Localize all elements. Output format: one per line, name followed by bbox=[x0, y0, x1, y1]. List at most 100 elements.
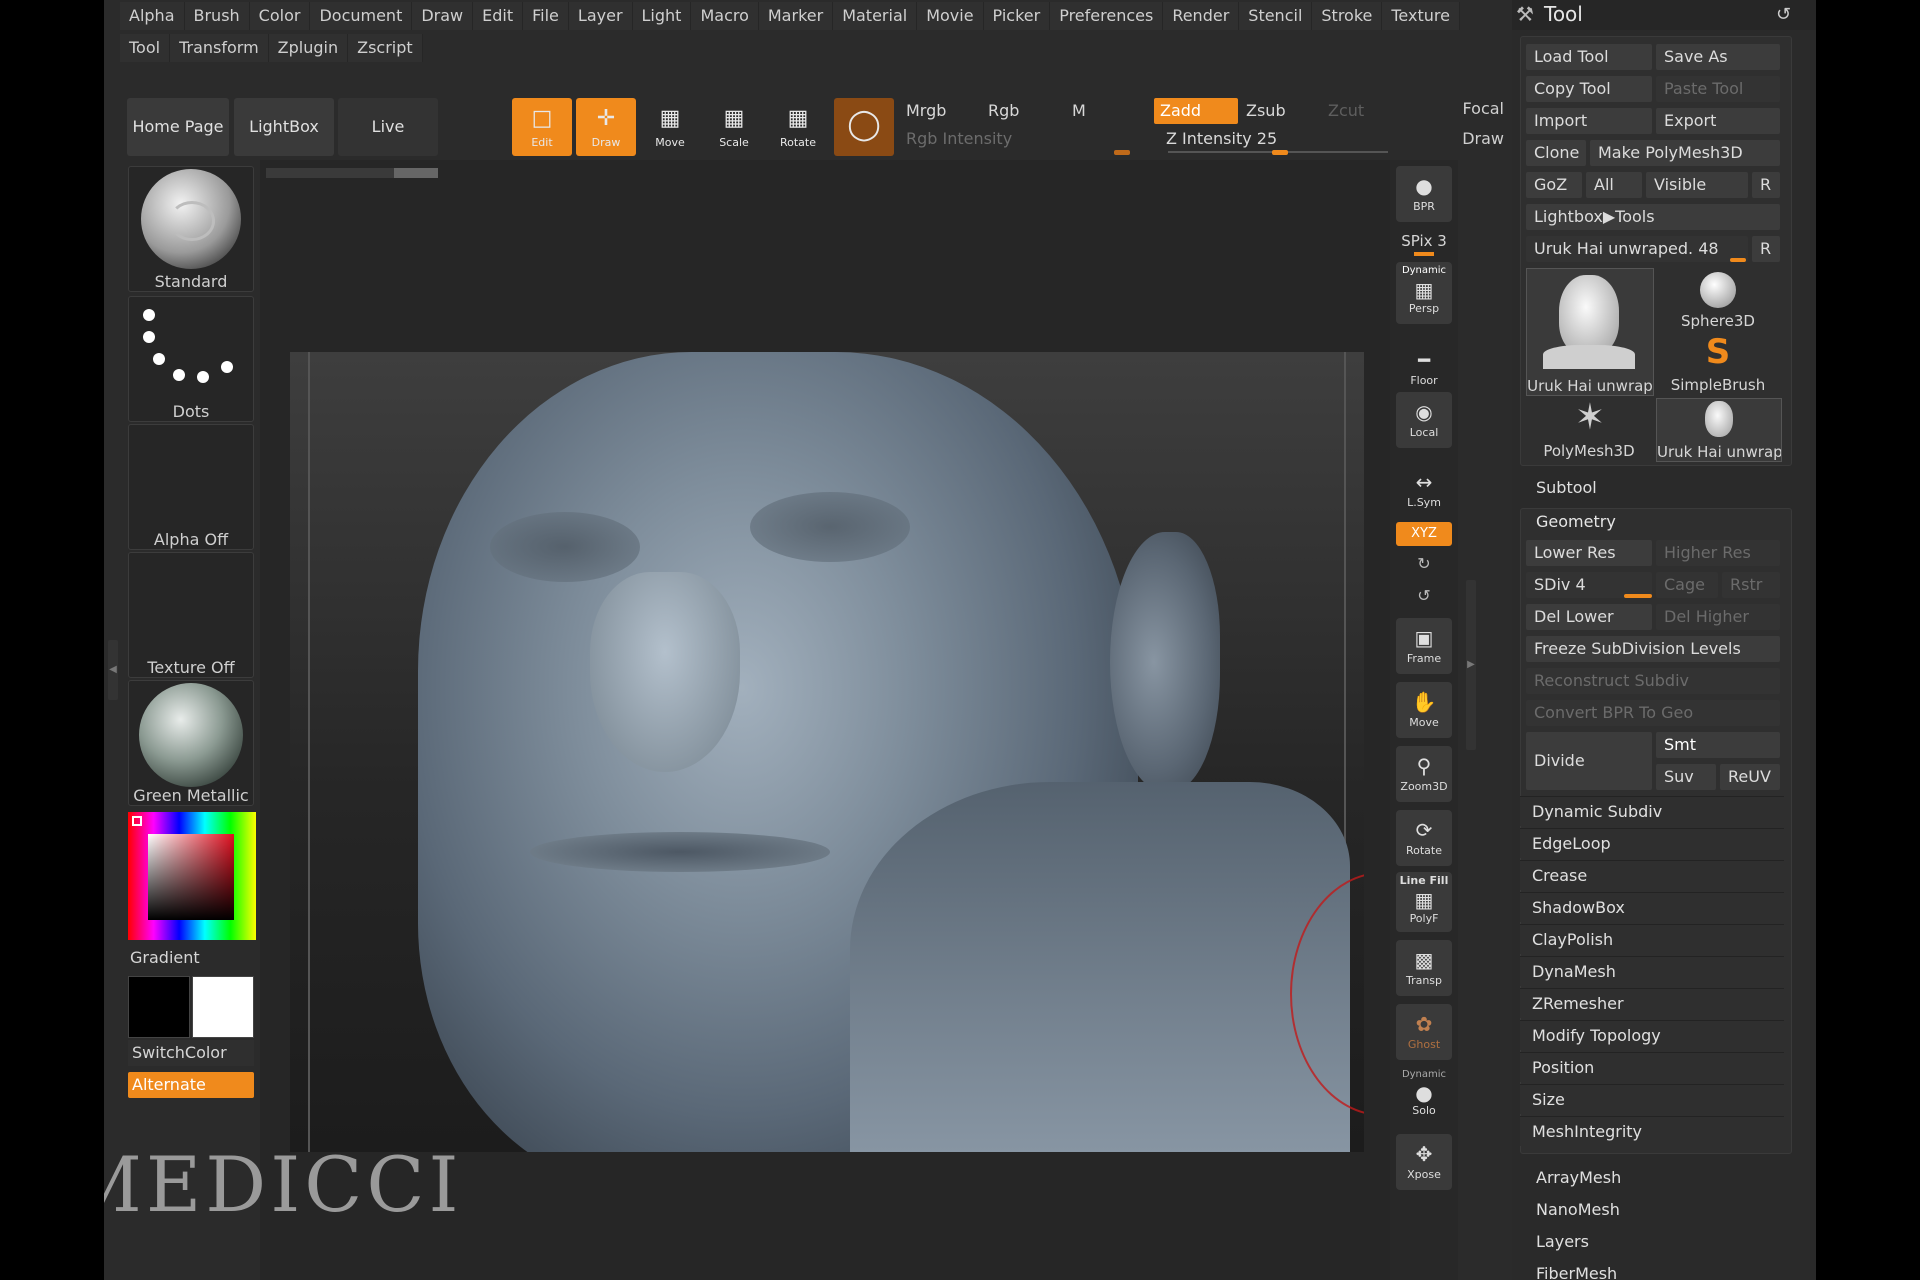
spix-slider[interactable]: SPix 3 bbox=[1396, 230, 1452, 252]
m-button[interactable]: M bbox=[1066, 98, 1152, 124]
polyframe-button[interactable]: Line Fill ▦ PolyF bbox=[1396, 872, 1452, 932]
current-tool-r-button[interactable]: R bbox=[1752, 236, 1780, 262]
color-picker[interactable] bbox=[128, 812, 256, 940]
geometry-item-zremesher[interactable]: ZRemesher bbox=[1520, 988, 1784, 1018]
geometry-item-size[interactable]: Size bbox=[1520, 1084, 1784, 1114]
stroke-selector[interactable]: Dots bbox=[128, 296, 254, 422]
secondary-color-swatch[interactable] bbox=[192, 976, 254, 1038]
lightbox-button[interactable]: LightBox bbox=[234, 98, 334, 156]
rgb-intensity-slider[interactable]: Rgb Intensity bbox=[906, 126, 1130, 152]
draw-button[interactable]: ✛ Draw bbox=[576, 98, 636, 156]
tool-thumb-uruk-hai-2[interactable]: Uruk Hai unwrap bbox=[1656, 398, 1782, 462]
menu-preferences[interactable]: Preferences bbox=[1050, 2, 1164, 30]
floor-button[interactable]: ━ Floor bbox=[1396, 340, 1452, 396]
convert-bpr-button[interactable]: Convert BPR To Geo bbox=[1526, 700, 1780, 726]
geometry-item-shadowbox[interactable]: ShadowBox bbox=[1520, 892, 1784, 922]
geometry-item-edgeloop[interactable]: EdgeLoop bbox=[1520, 828, 1784, 858]
smt-toggle[interactable]: Smt bbox=[1656, 732, 1780, 758]
geometry-section[interactable]: Geometry bbox=[1536, 512, 1616, 531]
menu-layer[interactable]: Layer bbox=[568, 2, 633, 30]
menu-file[interactable]: File bbox=[523, 2, 569, 30]
suv-toggle[interactable]: Suv bbox=[1656, 764, 1716, 790]
menu-movie[interactable]: Movie bbox=[917, 2, 984, 30]
lightbox-tools-button[interactable]: Lightbox▶Tools bbox=[1526, 204, 1780, 230]
geometry-item-crease[interactable]: Crease bbox=[1520, 860, 1784, 890]
menu-document[interactable]: Document bbox=[310, 2, 413, 30]
local-button[interactable]: ◉ Local bbox=[1396, 392, 1452, 448]
geometry-item-claypolish[interactable]: ClayPolish bbox=[1520, 924, 1784, 954]
right-tray-toggle[interactable]: ▶ bbox=[1466, 580, 1476, 750]
geometry-item-dynamic-subdiv[interactable]: Dynamic Subdiv bbox=[1520, 796, 1784, 826]
xpose-button[interactable]: ✥ Xpose bbox=[1396, 1134, 1452, 1190]
rgb-button[interactable]: Rgb bbox=[982, 98, 1068, 124]
left-tray-toggle[interactable]: ◀ bbox=[108, 640, 118, 700]
import-button[interactable]: Import bbox=[1526, 108, 1652, 134]
menu-brush[interactable]: Brush bbox=[184, 2, 250, 30]
make-polymesh3d-button[interactable]: Make PolyMesh3D bbox=[1590, 140, 1780, 166]
draw-size-slider[interactable]: Draw bbox=[1414, 128, 1504, 150]
move-view-button[interactable]: ✋ Move bbox=[1396, 682, 1452, 738]
tool-thumb-polymesh3d[interactable]: ✶ PolyMesh3D bbox=[1526, 398, 1652, 461]
palette-reset-icon[interactable]: ↺ bbox=[1776, 4, 1791, 25]
alternate-button[interactable]: Alternate bbox=[128, 1072, 254, 1098]
goz-all-button[interactable]: All bbox=[1586, 172, 1642, 198]
paste-tool-button[interactable]: Paste Tool bbox=[1656, 76, 1780, 102]
geometry-item-meshintegrity[interactable]: MeshIntegrity bbox=[1520, 1116, 1784, 1146]
goz-button[interactable]: GoZ bbox=[1526, 172, 1582, 198]
rotate-view-button[interactable]: ⟳ Rotate bbox=[1396, 810, 1452, 866]
tool-thumb-sphere3d[interactable]: Sphere3D bbox=[1656, 268, 1780, 330]
texture-selector[interactable]: Texture Off bbox=[128, 552, 254, 678]
gradient-label[interactable]: Gradient bbox=[130, 944, 254, 972]
material-sphere-button[interactable]: ◯ bbox=[834, 98, 894, 156]
del-lower-button[interactable]: Del Lower bbox=[1526, 604, 1652, 630]
menu-zplugin[interactable]: Zplugin bbox=[268, 34, 349, 62]
menu-picker[interactable]: Picker bbox=[983, 2, 1051, 30]
rstr-button[interactable]: Rstr bbox=[1722, 572, 1780, 598]
subtool-section[interactable]: Subtool bbox=[1536, 478, 1597, 497]
viewport-canvas[interactable] bbox=[290, 352, 1364, 1152]
save-as-button[interactable]: Save As bbox=[1656, 44, 1780, 70]
edit-button[interactable]: □ Edit bbox=[512, 98, 572, 156]
lower-res-button[interactable]: Lower Res bbox=[1526, 540, 1652, 566]
section-arraymesh[interactable]: ArrayMesh bbox=[1536, 1168, 1621, 1187]
menu-stencil[interactable]: Stencil bbox=[1239, 2, 1313, 30]
move-button[interactable]: ▦ Move bbox=[640, 98, 700, 156]
export-button[interactable]: Export bbox=[1656, 108, 1780, 134]
bpr-render-button[interactable]: ● BPR bbox=[1396, 166, 1452, 222]
cage-button[interactable]: Cage bbox=[1656, 572, 1718, 598]
del-higher-button[interactable]: Del Higher bbox=[1656, 604, 1780, 630]
menu-color[interactable]: Color bbox=[249, 2, 311, 30]
freeze-subdivision-button[interactable]: Freeze SubDivision Levels bbox=[1526, 636, 1780, 662]
primary-color-swatch[interactable] bbox=[128, 976, 190, 1038]
zadd-button[interactable]: Zadd bbox=[1154, 98, 1238, 124]
scale-button[interactable]: ▦ Scale bbox=[704, 98, 764, 156]
menu-marker[interactable]: Marker bbox=[758, 2, 834, 30]
section-layers[interactable]: Layers bbox=[1536, 1232, 1589, 1251]
menu-light[interactable]: Light bbox=[632, 2, 692, 30]
zcut-button[interactable]: Zcut bbox=[1322, 98, 1398, 124]
menu-draw[interactable]: Draw bbox=[412, 2, 474, 30]
reuv-toggle[interactable]: ReUV bbox=[1720, 764, 1780, 790]
menu-macro[interactable]: Macro bbox=[691, 2, 759, 30]
switch-color-button[interactable]: SwitchColor bbox=[128, 1040, 254, 1066]
tool-thumb-simplebrush[interactable]: S SimpleBrush bbox=[1656, 332, 1780, 394]
local-symmetry-button[interactable]: ↔ L.Sym bbox=[1396, 462, 1452, 518]
z-intensity-slider[interactable]: Z Intensity 25 bbox=[1166, 126, 1390, 152]
ghost-button[interactable]: ✿ Ghost bbox=[1396, 1004, 1452, 1060]
section-nanomesh[interactable]: NanoMesh bbox=[1536, 1200, 1620, 1219]
color-saturation-square[interactable] bbox=[148, 834, 234, 920]
clone-button[interactable]: Clone bbox=[1526, 140, 1586, 166]
goz-visible-button[interactable]: Visible bbox=[1646, 172, 1748, 198]
alpha-selector[interactable]: Alpha Off bbox=[128, 424, 254, 550]
menu-render[interactable]: Render bbox=[1163, 2, 1240, 30]
focal-shift-slider[interactable]: Focal bbox=[1414, 98, 1504, 120]
transparency-button[interactable]: ▩ Transp bbox=[1396, 940, 1452, 996]
current-tool-slider[interactable]: Uruk Hai unwraped. 48 bbox=[1526, 236, 1748, 262]
menu-edit[interactable]: Edit bbox=[473, 2, 524, 30]
z-rotate-icon[interactable]: ↺ bbox=[1414, 586, 1434, 606]
menu-transform[interactable]: Transform bbox=[170, 34, 269, 62]
higher-res-button[interactable]: Higher Res bbox=[1656, 540, 1780, 566]
menu-tool[interactable]: Tool bbox=[120, 34, 171, 62]
mrgb-button[interactable]: Mrgb bbox=[900, 98, 986, 124]
brush-selector[interactable]: Standard bbox=[128, 166, 254, 292]
